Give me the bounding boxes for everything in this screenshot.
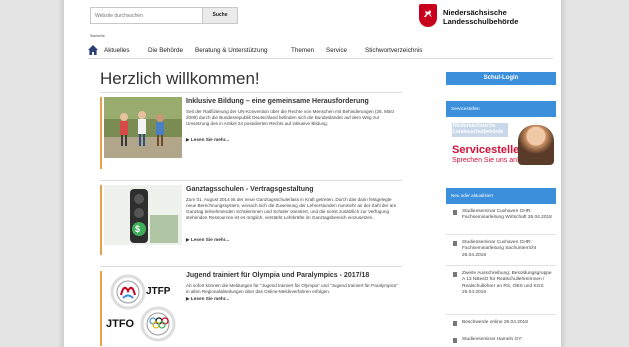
article-image-children[interactable] (104, 97, 182, 158)
servicestellen-slogan: Sprechen Sie uns an! (452, 157, 519, 164)
news-item-text[interactable]: Studienseminar Cuxhaven GHR: Fachseminar… (462, 209, 554, 222)
article-jugend-trainiert: JTFP JTFO Jugend trainiert für Olympia u… (100, 266, 402, 347)
page-title: Herzlich willkommen! (100, 69, 260, 88)
page: Suche Niedersächsische Landesschulbehörd… (64, 0, 561, 347)
read-more-link[interactable]: ▶ Lesen Sie mehr... (186, 296, 229, 302)
article-title[interactable]: Inklusive Bildung – eine gemeinsame Hera… (186, 98, 369, 105)
news-header: Neu oder aktualisiert (446, 188, 556, 204)
servicestellen-title: Servicestellen (452, 144, 526, 156)
news-item[interactable]: Beschwerde online 25.04.2018 (446, 320, 556, 327)
news-item[interactable]: Zweite Ausschreibung: Besoldungsgruppe A… (446, 271, 556, 309)
person-photo (518, 125, 554, 165)
article-image-traffic-light[interactable]: $ (104, 185, 182, 245)
search-button[interactable]: Suche (202, 8, 237, 23)
nav-item-die-behoerde[interactable]: Die Behörde (148, 47, 183, 54)
article-teaser: Seit der Ratifizierung der UN-Konvention… (186, 109, 395, 127)
news-divider (446, 234, 556, 235)
nav-item-service[interactable]: Service (326, 47, 347, 54)
article-teaser: Ab sofort können die Meldungen für "Juge… (186, 283, 398, 295)
news-item-text[interactable]: Studienseminar Cuxhaven GHR: Fachseminar… (462, 240, 554, 259)
nav-divider (88, 58, 553, 59)
horse-icon (424, 10, 432, 17)
news-divider (446, 265, 556, 266)
document-icon (453, 272, 457, 277)
banner-line-2: Landesschulbehörde (453, 129, 504, 135)
logo-line-2: Landesschulbehörde (443, 17, 519, 26)
news-divider (446, 314, 556, 315)
nav-item-themen[interactable]: Themen (291, 47, 314, 54)
article-image-jtfo-logo[interactable]: JTFP JTFO (104, 271, 182, 346)
news-item[interactable]: Studienseminar Cuxhaven GHR: Fachseminar… (446, 240, 556, 259)
main-nav: Aktuelles Die Behörde Beratung & Unterst… (88, 43, 548, 57)
search-input[interactable] (91, 8, 200, 23)
article-teaser: Zum 01. August 2014 ist der neue Ganztag… (186, 197, 397, 221)
article-ganztagsschulen: $ Ganztagsschulen - Vertragsgestaltung Z… (100, 180, 402, 261)
article-accent-bar (100, 97, 102, 169)
school-login-button[interactable]: Schul-Login (446, 72, 556, 85)
news-item[interactable]: Studienseminar Hameln GY: (446, 337, 556, 344)
site-logo[interactable]: Niedersächsische Landesschulbehörde (419, 4, 557, 30)
pencil-icon (453, 241, 457, 246)
nav-item-stichwortverzeichnis[interactable]: Stichwortverzeichnis (365, 47, 422, 54)
news-item-text[interactable]: Beschwerde online 25.04.2018 (462, 320, 554, 326)
nav-item-aktuelles[interactable]: Aktuelles (104, 47, 130, 54)
jtfp-logo-text: JTFP (146, 286, 171, 297)
servicestellen-header: Servicestellen (446, 101, 556, 117)
news-item-text[interactable]: Studienseminar Hameln GY: (462, 337, 554, 343)
svg-text:$: $ (135, 224, 140, 234)
search-form: Suche (90, 7, 238, 24)
coat-of-arms-icon (419, 4, 437, 27)
read-more-link[interactable]: ▶ Lesen Sie mehr... (186, 237, 229, 243)
servicestellen-banner[interactable]: Niedersächsische Landesschulbehörde Serv… (446, 120, 556, 166)
page-shadow-right (561, 0, 567, 347)
pencil-icon (453, 210, 457, 215)
nav-item-beratung[interactable]: Beratung & Unterstützung (195, 47, 267, 54)
home-icon[interactable] (88, 45, 98, 55)
news-item[interactable]: Studienseminar Cuxhaven GHR: Fachseminar… (446, 209, 556, 228)
article-accent-bar (100, 185, 102, 255)
article-title[interactable]: Ganztagsschulen - Vertragsgestaltung (186, 186, 314, 193)
article-accent-bar (100, 271, 102, 346)
news-item-text[interactable]: Zweite Ausschreibung: Besoldungsgruppe A… (462, 271, 554, 296)
read-more-link[interactable]: ▶ Lesen Sie mehr... (186, 137, 229, 143)
pencil-icon (453, 338, 457, 343)
jtfo-logo-text: JTFO (106, 318, 135, 330)
article-inklusive-bildung: Inklusive Bildung – eine gemeinsame Hera… (100, 92, 402, 175)
breadcrumb[interactable]: Startseite (90, 34, 105, 38)
logo-line-1: Niedersächsische (443, 8, 507, 17)
document-icon (453, 321, 457, 326)
article-title[interactable]: Jugend trainiert für Olympia und Paralym… (186, 272, 369, 279)
